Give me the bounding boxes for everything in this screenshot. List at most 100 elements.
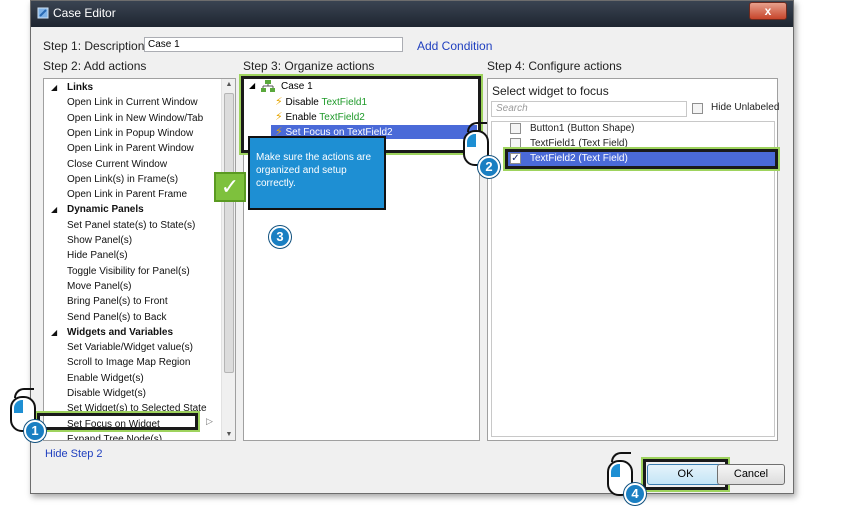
action-item-label: Enable Widget(s)	[67, 372, 144, 384]
widget-item-label[interactable]: TextField2 (Text Field)	[530, 153, 628, 164]
step-badge-3: 3	[269, 226, 291, 248]
lightning-icon: ⚡	[275, 111, 283, 123]
action-list-item[interactable]: Toggle Visibility for Panel(s)	[44, 264, 221, 279]
case-editor-window: Case Editor x Step 1: Description Case 1…	[30, 0, 794, 494]
action-item-label: Scroll to Image Map Region	[67, 357, 191, 369]
action-item-label: Close Current Window	[67, 158, 168, 170]
action-row[interactable]: ⚡ Disable TextField1	[275, 95, 475, 109]
instruction-callout: Make sure the actions are organized and …	[248, 136, 386, 210]
action-list-item[interactable]: Open Link in Parent Window	[44, 141, 221, 156]
widget-search-input[interactable]: Search	[491, 101, 687, 117]
select-widget-label: Select widget to focus	[492, 84, 609, 98]
action-item-label: Expand Tree Node(s)	[67, 433, 163, 440]
action-list-item[interactable]: Expand Tree Node(s)	[44, 432, 221, 440]
cancel-button[interactable]: Cancel	[717, 464, 785, 485]
action-target: TextField1	[321, 97, 368, 108]
mouse-cord	[14, 388, 34, 398]
app-icon	[37, 7, 49, 19]
widget-item-label[interactable]: Button1 (Button Shape)	[530, 123, 635, 134]
mouse-button	[14, 400, 23, 413]
mouse-button	[467, 134, 476, 147]
action-list-item[interactable]: Enable Widget(s)	[44, 371, 221, 386]
action-list-item[interactable]: Open Link(s) in Frame(s)	[44, 172, 221, 187]
action-item-label: Hide Panel(s)	[67, 250, 128, 262]
action-list-item[interactable]: Open Link in New Window/Tab	[44, 111, 221, 126]
title-bar: Case Editor x	[31, 1, 793, 27]
action-item-label: Show Panel(s)	[67, 235, 133, 246]
action-list-item[interactable]: Scroll to Image Map Region	[44, 355, 221, 370]
mouse-cord	[611, 452, 631, 462]
step-badge-4: 4	[624, 483, 646, 505]
action-item-label: Open Link(s) in Frame(s)	[67, 173, 179, 185]
hide-unlabeled-checkbox[interactable]	[692, 103, 703, 114]
action-item-label: Widgets and Variables	[67, 326, 174, 338]
action-list-item[interactable]: Open Link in Popup Window	[44, 126, 221, 141]
checkmark-icon: ✓	[214, 172, 246, 202]
action-group-header[interactable]: ◢ Widgets and Variables	[44, 325, 221, 340]
step-badge-1: 1	[24, 420, 46, 442]
window-title: Case Editor	[53, 6, 116, 20]
action-item-label: Open Link in Parent Frame	[67, 189, 188, 201]
step2-highlight-box	[37, 413, 198, 430]
step4-label: Step 4: Configure actions	[487, 59, 622, 73]
description-input[interactable]: Case 1	[144, 37, 403, 52]
case-tree-icon	[261, 80, 275, 92]
case-name[interactable]: Case 1	[281, 81, 313, 92]
action-item-label: Open Link in New Window/Tab	[67, 112, 204, 124]
step3-label: Step 3: Organize actions	[243, 59, 375, 73]
actions-list: ◢ Links Open Link in Current Window Open Li…	[44, 79, 221, 440]
action-item-label: Set Variable/Widget value(s)	[67, 342, 193, 354]
action-list-item[interactable]: Set Panel state(s) to State(s)	[44, 218, 221, 233]
add-condition-link[interactable]: Add Condition	[417, 39, 492, 53]
widget-checkbox-checked[interactable]: ✓	[510, 153, 521, 164]
action-list-item[interactable]: Open Link in Current Window	[44, 95, 221, 110]
action-list-item[interactable]: Set Variable/Widget value(s)	[44, 340, 221, 355]
tree-expand-icon[interactable]: ◢	[249, 81, 255, 90]
action-item-label: Links	[67, 82, 94, 93]
collapse-triangle-icon[interactable]: ◢	[51, 202, 57, 217]
hide-unlabeled-label: Hide Unlabeled	[711, 102, 780, 113]
action-target: TextField2	[319, 112, 365, 123]
widget-checkbox[interactable]	[510, 123, 521, 134]
dialog-body: Step 1: Description Case 1 Add Condition…	[31, 27, 793, 493]
action-item-label: Bring Panel(s) to Front	[67, 296, 168, 308]
scroll-down-icon[interactable]: ▼	[222, 431, 236, 438]
action-list-item[interactable]: Hide Panel(s)	[44, 248, 221, 263]
action-item-label: Open Link in Parent Window	[67, 143, 194, 155]
action-item-label: Open Link in Popup Window	[67, 127, 194, 139]
action-verb: Enable	[285, 112, 320, 123]
action-item-label: Move Panel(s)	[67, 280, 132, 292]
close-button[interactable]: x	[749, 2, 787, 20]
collapse-triangle-icon[interactable]: ◢	[51, 325, 57, 340]
action-list-item[interactable]: Move Panel(s)	[44, 279, 221, 294]
action-list-item[interactable]: Send Panel(s) to Back	[44, 310, 221, 325]
hide-step2-link[interactable]: Hide Step 2	[45, 448, 102, 460]
mouse-button	[611, 464, 620, 477]
action-list-item[interactable]: Close Current Window	[44, 157, 221, 172]
action-row[interactable]: ⚡ Enable TextField2	[275, 110, 475, 124]
action-list-item[interactable]: Bring Panel(s) to Front	[44, 294, 221, 309]
widget-item-label[interactable]: TextField1 (Text Field)	[530, 138, 628, 149]
action-item-label: Send Panel(s) to Back	[67, 311, 167, 323]
action-item-label: Open Link in Current Window	[67, 97, 198, 109]
actions-list-scrollbar[interactable]: ▲ ▼	[221, 79, 235, 440]
scroll-thumb[interactable]	[224, 93, 234, 373]
action-group-header[interactable]: ◢ Dynamic Panels	[44, 202, 221, 217]
lightning-icon: ⚡	[275, 96, 283, 108]
scroll-up-icon[interactable]: ▲	[222, 81, 236, 88]
mouse-cord	[467, 122, 487, 132]
action-item-label: Set Panel state(s) to State(s)	[67, 219, 196, 231]
actions-list-panel: ◢ Links Open Link in Current Window Open Li…	[43, 78, 236, 441]
collapse-triangle-icon[interactable]: ◢	[51, 80, 57, 95]
action-list-item[interactable]: Show Panel(s)	[44, 233, 221, 248]
widget-checkbox[interactable]	[510, 138, 521, 149]
action-item-label: Disable Widget(s)	[67, 388, 146, 399]
step2-label: Step 2: Add actions	[43, 59, 147, 73]
action-list-item[interactable]: Open Link in Parent Frame	[44, 187, 221, 202]
action-verb: Disable	[285, 97, 322, 108]
action-item-label: Dynamic Panels	[67, 204, 144, 216]
action-group-header[interactable]: ◢ Links	[44, 80, 221, 95]
action-item-label: Toggle Visibility for Panel(s)	[67, 265, 190, 277]
ok-button[interactable]: OK	[647, 464, 724, 485]
action-list-item[interactable]: Disable Widget(s)	[44, 386, 221, 401]
